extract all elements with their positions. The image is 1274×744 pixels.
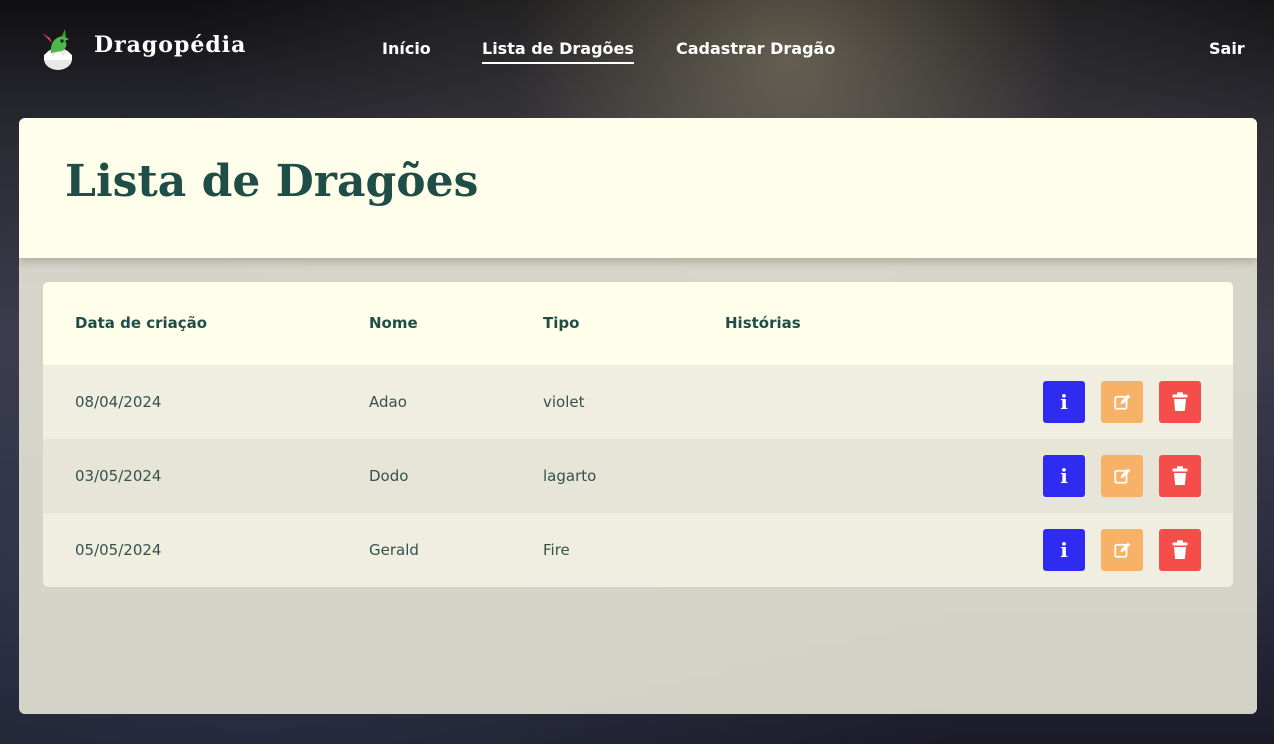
info-button[interactable]: i (1043, 381, 1085, 423)
edit-icon (1114, 394, 1131, 410)
delete-button[interactable] (1159, 381, 1201, 423)
cell-name: Gerald (369, 541, 419, 559)
panel-header: Lista de Dragões (19, 118, 1257, 258)
nav-link-lista-de-dragoes[interactable]: Lista de Dragões (482, 39, 634, 64)
cell-name: Dodo (369, 467, 409, 485)
table-row: 08/04/2024 Adao violet i (43, 365, 1233, 439)
cell-type: violet (543, 393, 585, 411)
info-button[interactable]: i (1043, 529, 1085, 571)
edit-icon (1114, 542, 1131, 558)
edit-button[interactable] (1101, 455, 1143, 497)
info-icon: i (1060, 538, 1068, 562)
cell-date: 08/04/2024 (75, 393, 162, 411)
info-icon: i (1060, 464, 1068, 488)
cell-name: Adao (369, 393, 407, 411)
trash-icon (1172, 466, 1188, 485)
cell-type: Fire (543, 541, 570, 559)
cell-type: lagarto (543, 467, 597, 485)
page-title: Lista de Dragões (65, 156, 479, 207)
edit-button[interactable] (1101, 381, 1143, 423)
cell-date: 03/05/2024 (75, 467, 162, 485)
delete-button[interactable] (1159, 529, 1201, 571)
top-navbar: Dragopédia Início Lista de Dragões Cadas… (0, 0, 1274, 100)
table-header: Data de criação Nome Tipo Histórias (43, 282, 1233, 365)
info-button[interactable]: i (1043, 455, 1085, 497)
column-header-date: Data de criação (75, 314, 208, 332)
table-row: 05/05/2024 Gerald Fire i (43, 513, 1233, 587)
dragon-egg-logo-icon (42, 29, 72, 70)
table-row: 03/05/2024 Dodo lagarto i (43, 439, 1233, 513)
column-header-stories: Histórias (725, 314, 801, 332)
cell-date: 05/05/2024 (75, 541, 162, 559)
nav-link-inicio[interactable]: Início (382, 39, 431, 58)
info-icon: i (1060, 390, 1068, 414)
edit-icon (1114, 468, 1131, 484)
nav-link-cadastrar-dragao[interactable]: Cadastrar Dragão (676, 39, 835, 58)
column-header-name: Nome (369, 314, 418, 332)
edit-button[interactable] (1101, 529, 1143, 571)
delete-button[interactable] (1159, 455, 1201, 497)
column-header-type: Tipo (543, 314, 580, 332)
trash-icon (1172, 540, 1188, 559)
dragon-table: Data de criação Nome Tipo Histórias 08/0… (43, 282, 1233, 587)
trash-icon (1172, 392, 1188, 411)
content-panel: Lista de Dragões Data de criação Nome Ti… (19, 118, 1257, 714)
logout-link[interactable]: Sair (1209, 39, 1245, 58)
brand-name[interactable]: Dragopédia (94, 32, 246, 58)
